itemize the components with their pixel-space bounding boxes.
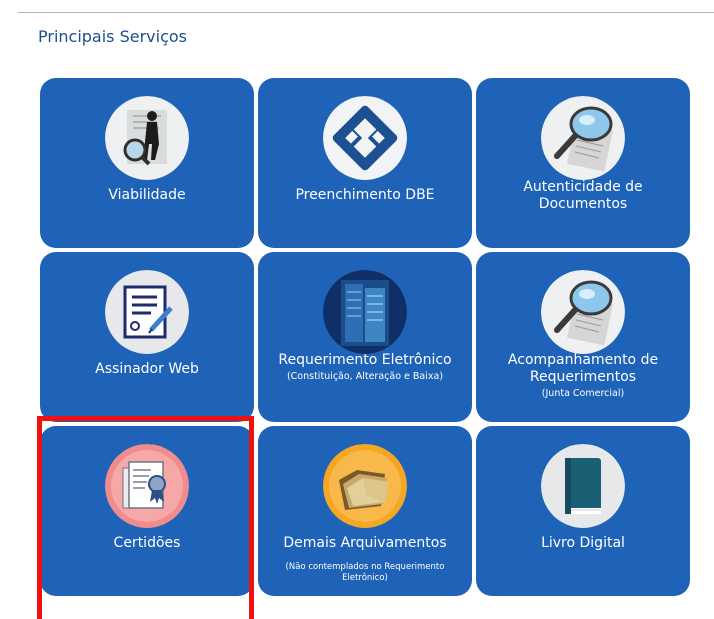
tile-label: Demais Arquivamentos [283,535,447,551]
tile-sublabel: (Não contemplados no Requerimento Eletrô… [285,562,445,583]
tile-label: Requerimento Eletrônico (Constituição, A… [264,352,466,383]
service-tile-autenticidade-documentos[interactable]: Autenticidade de Documentos [476,78,690,248]
tile-label-main: Acompanhamento de Requerimentos [507,352,659,385]
services-grid: Viabilidade Preenchimento DBE Autenticid… [40,78,692,596]
book-icon [541,444,625,528]
tile-label: Acompanhamento de Requerimentos (Junta C… [482,352,684,400]
tile-label: Certidões [113,535,181,551]
signature-document-icon [105,270,189,354]
viabilidade-icon [105,96,189,180]
service-tile-certidoes[interactable]: Certidões [40,426,254,596]
tile-sublabel: (Junta Comercial) [541,388,625,399]
building-icon [323,270,407,354]
tile-label: Preenchimento DBE [295,187,435,203]
tile-sublabel: (Constituição, Alteração e Baixa) [286,371,444,382]
tile-label: Viabilidade [108,187,186,203]
magnifier-document-icon [541,270,625,354]
service-tile-viabilidade[interactable]: Viabilidade [40,78,254,248]
tile-label: Autenticidade de Documentos [523,179,643,212]
section-title: Principais Serviços [38,27,188,46]
service-tile-demais-arquivamentos[interactable]: Demais Arquivamentos (Não contemplados n… [258,426,472,596]
service-tile-livro-digital[interactable]: Livro Digital [476,426,690,596]
certificate-icon [105,444,189,528]
magnifier-document-icon [541,96,625,180]
receita-federal-icon [323,96,407,180]
top-divider [18,12,714,13]
tile-label: Assinador Web [95,361,199,377]
folder-icon [323,444,407,528]
tile-label-main: Requerimento Eletrônico [278,352,452,368]
service-tile-preenchimento-dbe[interactable]: Preenchimento DBE [258,78,472,248]
service-tile-acompanhamento-requerimentos[interactable]: Acompanhamento de Requerimentos (Junta C… [476,252,690,422]
tile-label: Livro Digital [541,535,625,551]
service-tile-assinador-web[interactable]: Assinador Web [40,252,254,422]
service-tile-requerimento-eletronico[interactable]: Requerimento Eletrônico (Constituição, A… [258,252,472,422]
